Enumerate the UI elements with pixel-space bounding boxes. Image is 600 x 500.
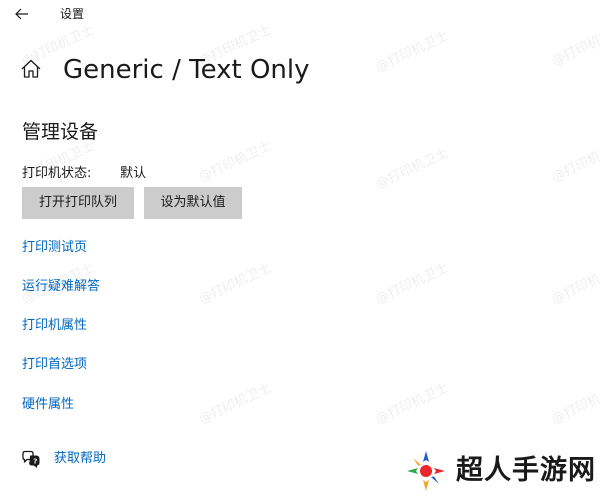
home-icon <box>21 59 41 78</box>
watermark: @打印机卫士 <box>373 28 451 76</box>
brand-logo-icon <box>407 451 445 491</box>
printer-status-value: 默认 <box>120 166 147 181</box>
print-test-page-link[interactable]: 打印测试页 <box>22 239 87 257</box>
open-print-queue-button[interactable]: 打开打印队列 <box>22 187 134 219</box>
printing-preferences-link[interactable]: 打印首选项 <box>22 356 87 374</box>
watermark: @打印机卫士 <box>196 138 274 186</box>
help-icon-wrapper[interactable]: ? <box>21 450 41 469</box>
title-bar: 设置 <box>0 0 600 28</box>
chat-help-icon: ? <box>22 450 40 469</box>
brand-text: 超人手游网 <box>456 455 596 486</box>
set-default-button[interactable]: 设为默认值 <box>144 187 242 219</box>
printer-properties-link[interactable]: 打印机属性 <box>22 317 87 335</box>
watermark: @打印机卫士 <box>373 380 451 428</box>
watermark: @打印机卫士 <box>196 260 274 308</box>
hardware-properties-link[interactable]: 硬件属性 <box>22 396 74 414</box>
svg-text:?: ? <box>33 458 37 466</box>
window-title: 设置 <box>60 7 85 21</box>
settings-window: @打印机卫士 @打印机卫士 @打印机卫士 @打印机卫士 @打印机卫士 @打印机卫… <box>0 0 600 500</box>
watermark: @打印机卫士 <box>549 260 600 308</box>
watermark: @打印机卫士 <box>373 145 451 193</box>
printer-status-row: 打印机状态: 默认 <box>22 165 146 183</box>
home-button[interactable] <box>20 58 44 82</box>
watermark: @打印机卫士 <box>373 260 451 308</box>
watermark: @打印机卫士 <box>549 380 600 428</box>
page-title: Generic / Text Only <box>63 55 310 85</box>
back-button[interactable] <box>8 2 36 26</box>
get-help-link[interactable]: 获取帮助 <box>54 450 106 468</box>
back-arrow-icon <box>15 8 28 20</box>
section-title: 管理设备 <box>22 121 99 143</box>
run-troubleshooter-link[interactable]: 运行疑难解答 <box>22 278 100 296</box>
watermark: @打印机卫士 <box>196 380 274 428</box>
printer-status-label: 打印机状态: <box>22 166 92 181</box>
watermark: @打印机卫士 <box>549 138 600 186</box>
brand-logo: 超人手游网 <box>404 446 596 496</box>
